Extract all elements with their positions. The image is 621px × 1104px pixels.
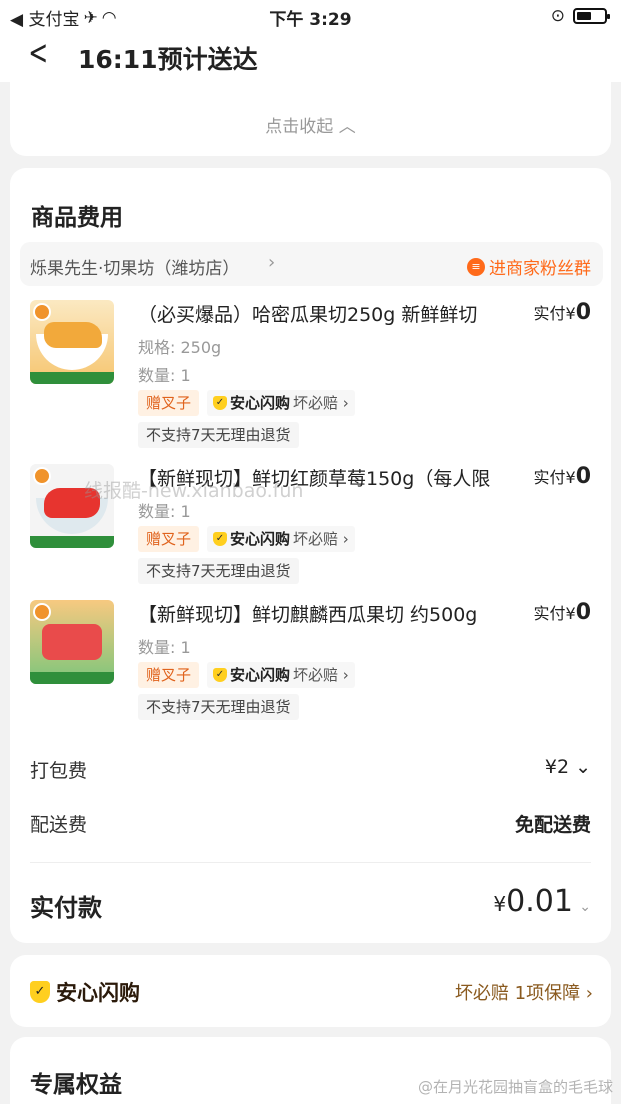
item-name[interactable]: （必买爆品）哈密瓜果切250g 新鲜鲜切: [138, 300, 518, 327]
fans-group-label[interactable]: 进商家粉丝群: [489, 254, 591, 279]
item-price: 实付¥0: [533, 600, 592, 625]
refund-note: 不支持7天无理由退货: [138, 422, 299, 448]
refund-note: 不支持7天无理由退货: [138, 558, 299, 584]
safe-buy-title: 安心闪购: [56, 981, 140, 1005]
orientation-lock-icon: ⊙: [550, 6, 565, 26]
safe-buy-tag[interactable]: ✓ 安心闪购 坏必赔 ›: [207, 662, 355, 688]
delivery-fee-label: 配送费: [30, 814, 88, 836]
item-qty: 数量: 1: [138, 638, 191, 657]
chat-icon: ≡: [467, 257, 485, 276]
weibo-watermark: @在月光花园抽盲盒的毛毛球: [417, 1078, 613, 1096]
goods-section-title: 商品费用: [31, 205, 123, 231]
safe-buy-tag[interactable]: ✓ 安心闪购 坏必赔 ›: [207, 390, 355, 416]
list-item[interactable]: 【新鲜现切】鲜切麒麟西瓜果切 约500g 实付¥0 数量: 1 赠叉子 ✓ 安心…: [10, 600, 611, 720]
item-price: 实付¥0: [533, 464, 592, 489]
delivery-fee-value: 免配送费: [514, 814, 591, 836]
back-arrow-icon[interactable]: <: [28, 36, 48, 70]
safe-buy-tag[interactable]: ✓ 安心闪购 坏必赔 ›: [207, 526, 355, 552]
packing-fee-value[interactable]: ¥2 ⌄: [545, 756, 591, 778]
check-shield-icon: ✓: [213, 396, 227, 410]
chevron-right-icon: ›: [268, 252, 276, 273]
gift-tag: 赠叉子: [138, 662, 200, 688]
shop-bar[interactable]: 烁果先生·切果坊（潍坊店） › ≡ 进商家粉丝群: [20, 242, 603, 286]
refund-note: 不支持7天无理由退货: [138, 694, 299, 720]
gift-tag: 赠叉子: [138, 526, 200, 552]
total-label: 实付款: [30, 894, 102, 922]
item-price: 实付¥0: [533, 300, 592, 325]
page-title: 16:11预计送达: [78, 45, 258, 74]
collapse-link[interactable]: 点击收起 ︿: [10, 112, 611, 137]
check-shield-icon: ✓: [213, 668, 227, 682]
nav-bar: < 16:11预计送达: [0, 32, 621, 82]
status-bar: ◀ 支付宝 ✈ ◠ 下午 3:29 ⊙: [0, 0, 621, 32]
safe-guarantee-link[interactable]: 坏必赔 1项保障 ›: [455, 979, 593, 1005]
goods-card: 商品费用 烁果先生·切果坊（潍坊店） › ≡ 进商家粉丝群 （必买爆品）哈密瓜果…: [10, 168, 611, 943]
shop-name[interactable]: 烁果先生·切果坊（潍坊店）: [30, 254, 239, 279]
check-shield-icon: ✓: [30, 981, 50, 1003]
item-name[interactable]: 【新鲜现切】鲜切麒麟西瓜果切 约500g: [138, 600, 518, 627]
safe-buy-card[interactable]: ✓ 安心闪购 坏必赔 1项保障 ›: [10, 955, 611, 1027]
chevron-down-icon: ⌄: [579, 899, 591, 915]
item-qty: 数量: 1: [138, 366, 191, 385]
product-image[interactable]: [30, 300, 114, 384]
gift-tag: 赠叉子: [138, 390, 200, 416]
total-value[interactable]: ¥0.01 ⌄: [493, 884, 591, 919]
battery-icon: [573, 8, 610, 24]
benefit-title: 专属权益: [30, 1072, 122, 1098]
collapse-card: 点击收起 ︿: [10, 82, 611, 156]
check-shield-icon: ✓: [213, 532, 227, 546]
product-image[interactable]: [30, 600, 114, 684]
fans-group-link[interactable]: ≡ 进商家粉丝群: [467, 254, 591, 279]
divider: [30, 862, 591, 863]
watermark-text: 线报酷-new.xianbao.fun: [84, 480, 304, 502]
packing-fee-label: 打包费: [30, 760, 88, 782]
status-time: 下午 3:29: [269, 10, 352, 30]
list-item[interactable]: （必买爆品）哈密瓜果切250g 新鲜鲜切 实付¥0 规格: 250g 数量: 1…: [10, 300, 611, 450]
item-spec: 规格: 250g: [138, 338, 222, 357]
